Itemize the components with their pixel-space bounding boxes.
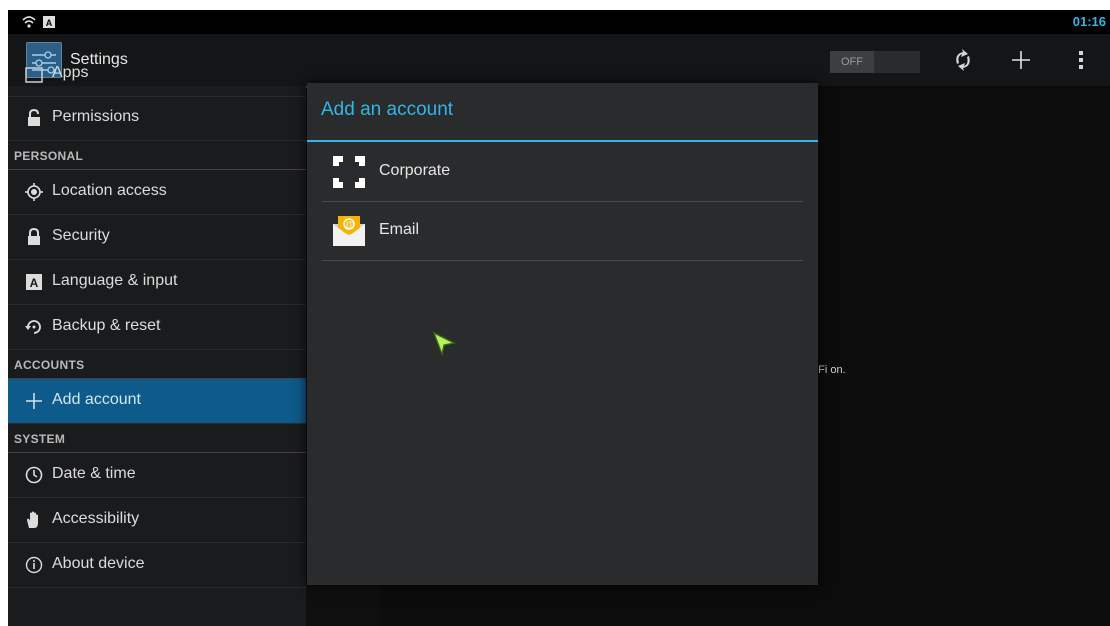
option-label: Corporate [379, 162, 451, 179]
account-option-email[interactable]: @ Email [322, 202, 803, 261]
list-item-date-time[interactable]: Date & time [8, 453, 306, 498]
list-item-label: Security [52, 227, 110, 244]
list-item-label: About device [52, 555, 145, 572]
list-item-label: Apps [52, 64, 89, 81]
plus-icon [26, 393, 42, 409]
list-item-label: Backup & reset [52, 317, 161, 334]
list-item-about[interactable]: About device [8, 543, 306, 588]
list-item-label: Accessibility [52, 510, 140, 527]
list-item-add-account[interactable]: Add account [8, 379, 306, 424]
wifi-toggle[interactable]: OFF [830, 51, 920, 73]
svg-text:A: A [30, 276, 39, 290]
list-item-label: Location access [52, 182, 167, 199]
svg-text:A: A [46, 18, 53, 28]
list-item-label: Date & time [52, 465, 136, 482]
overflow-menu-icon[interactable] [1066, 46, 1096, 74]
keyboard-notification-icon: A [43, 16, 55, 28]
backup-icon [25, 320, 41, 334]
keyboard-icon: A [26, 274, 42, 290]
list-item-security[interactable]: Security [8, 215, 306, 260]
list-item-label: Language & input [52, 272, 178, 289]
email-icon: @ [333, 216, 365, 246]
account-option-corporate[interactable]: Corporate [322, 143, 803, 202]
dialog-title-divider [307, 140, 818, 142]
android-screen: A 01:16 Settings OFF Apps Permissions PE… [8, 10, 1110, 626]
add-account-dialog: Add an account Corporate @ Email [307, 83, 818, 585]
toggle-off-label: OFF [830, 51, 874, 73]
wps-icon[interactable] [948, 46, 978, 74]
list-item-language[interactable]: A Language & input [8, 260, 306, 305]
list-item-permissions[interactable]: Permissions [8, 96, 306, 141]
list-item-label: Permissions [52, 108, 140, 125]
list-item-apps[interactable]: Apps [8, 62, 306, 97]
section-header-label: ACCOUNTS [14, 358, 85, 372]
lock-icon [28, 108, 40, 126]
apps-icon [25, 67, 43, 83]
settings-list: Apps Permissions PERSONAL Location acces… [8, 64, 306, 626]
list-item-location[interactable]: Location access [8, 170, 306, 215]
list-item-backup[interactable]: Backup & reset [8, 305, 306, 350]
mouse-cursor-icon [432, 331, 456, 357]
list-item-accessibility[interactable]: Accessibility [8, 498, 306, 543]
info-icon [25, 556, 43, 574]
section-header-label: PERSONAL [14, 149, 84, 163]
section-header-system: SYSTEM [8, 424, 306, 453]
option-label: Email [379, 221, 420, 238]
section-header-accounts: ACCOUNTS [8, 350, 306, 379]
location-icon [25, 183, 43, 201]
section-header-personal: PERSONAL [8, 141, 306, 170]
hand-icon [27, 511, 38, 528]
status-bar: A 01:16 [8, 10, 1110, 34]
add-network-icon[interactable] [1006, 46, 1036, 74]
status-time: 01:16 [1072, 14, 1106, 29]
clock-icon [25, 466, 43, 484]
svg-text:@: @ [345, 220, 353, 229]
corporate-icon [333, 156, 365, 188]
wifi-icon [22, 16, 36, 28]
section-header-label: SYSTEM [14, 432, 66, 446]
list-item-label: Add account [52, 391, 141, 408]
lock-icon [28, 227, 40, 245]
dialog-title: Add an account [321, 99, 454, 120]
